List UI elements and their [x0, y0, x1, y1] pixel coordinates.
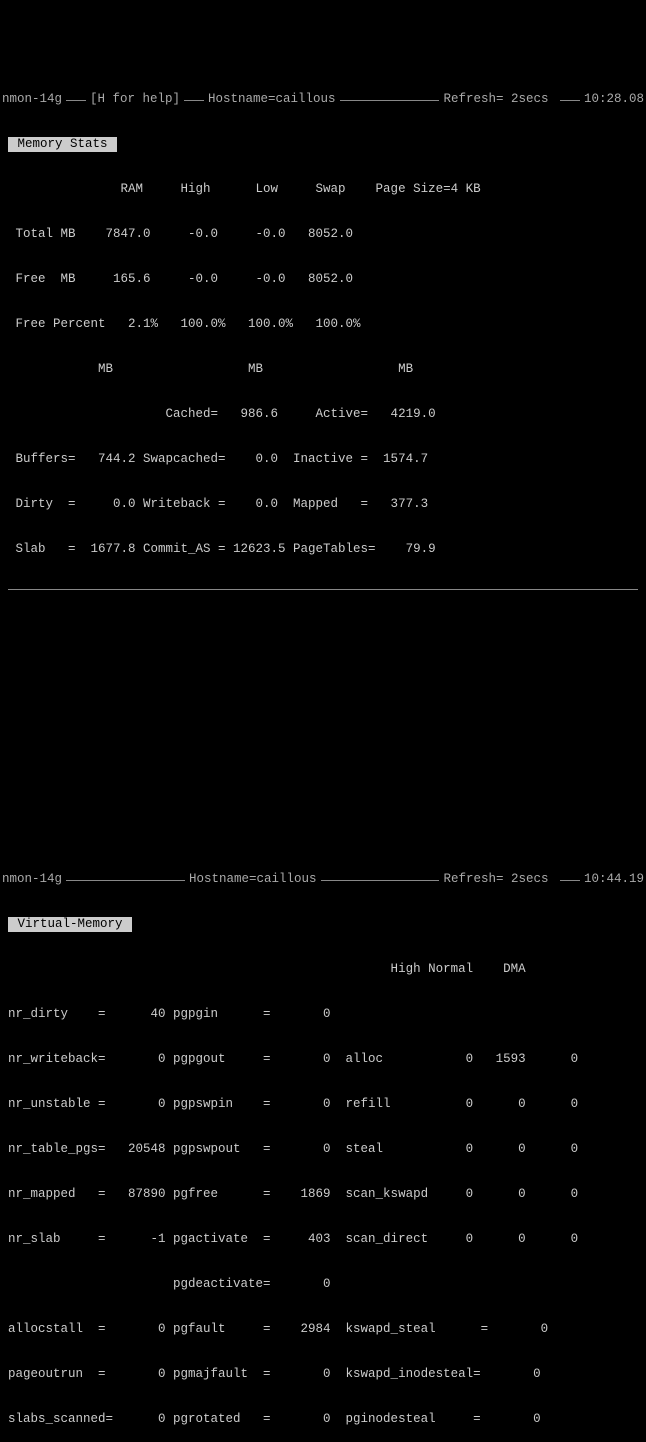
vmem-row-8: allocstall = 0 pgfault = 2984 kswapd_ste…: [2, 1322, 644, 1337]
hostname-value: caillous: [256, 872, 316, 887]
divider: [184, 100, 204, 101]
mem-free-row: Free MB 165.6 -0.0 -0.0 8052.0: [2, 272, 644, 287]
vmem-row-2: nr_writeback= 0 pgpgout = 0 alloc 0 1593…: [2, 1052, 644, 1067]
divider: [66, 100, 86, 101]
mem-cached-row: Cached= 986.6 Active= 4219.0: [2, 407, 644, 422]
prog-name: nmon-14g: [2, 92, 62, 107]
divider: [340, 100, 440, 101]
vmem-row-10: slabs_scanned= 0 pgrotated = 0 pginodest…: [2, 1412, 644, 1427]
refresh-value: 2secs: [503, 92, 556, 107]
section-tag-vmem: Virtual-Memory: [8, 917, 132, 932]
mem-mb-header-row: MB MB MB: [2, 362, 644, 377]
mem-dirty-row: Dirty = 0.0 Writeback = 0.0 Mapped = 377…: [2, 497, 644, 512]
divider: [560, 100, 580, 101]
divider: [66, 880, 185, 881]
section-tag-memory: Memory Stats: [8, 137, 117, 152]
vmem-row-6: nr_slab = -1 pgactivate = 403 scan_direc…: [2, 1232, 644, 1247]
virtual-memory-panel: nmon-14g Hostname=caillous Refresh= 2sec…: [2, 842, 644, 1442]
clock-value: 10:44.19: [584, 872, 644, 887]
divider: [321, 880, 440, 881]
hostname-value: caillous: [276, 92, 336, 107]
divider: [560, 880, 580, 881]
vmem-row-9: pageoutrun = 0 pgmajfault = 0 kswapd_ino…: [2, 1367, 644, 1382]
vmem-row-5: nr_mapped = 87890 pgfree = 1869 scan_ksw…: [2, 1187, 644, 1202]
top-titlebar: nmon-14g [H for help] Hostname=caillous …: [2, 92, 644, 107]
hostname-label: Hostname=: [189, 872, 257, 887]
mem-slab-row: Slab = 1677.8 Commit_AS = 12623.5 PageTa…: [2, 542, 644, 557]
bottom-titlebar: nmon-14g Hostname=caillous Refresh= 2sec…: [2, 872, 644, 887]
mem-total-row: Total MB 7847.0 -0.0 -0.0 8052.0: [2, 227, 644, 242]
mem-header-row: RAM High Low Swap Page Size=4 KB: [2, 182, 644, 197]
hostname-label: Hostname=: [208, 92, 276, 107]
clock-value: 10:28.08: [584, 92, 644, 107]
refresh-label: Refresh=: [443, 92, 503, 107]
vmem-row-7: pgdeactivate= 0: [2, 1277, 644, 1292]
mem-freepct-row: Free Percent 2.1% 100.0% 100.0% 100.0%: [2, 317, 644, 332]
empty-space: [2, 620, 644, 795]
help-hint: [H for help]: [90, 92, 180, 107]
panel-bottom-divider: [8, 589, 638, 590]
refresh-label: Refresh=: [443, 872, 503, 887]
vmem-header-row: High Normal DMA: [2, 962, 644, 977]
memory-stats-panel: nmon-14g [H for help] Hostname=caillous …: [2, 62, 644, 810]
vmem-row-4: nr_table_pgs= 20548 pgpswpout = 0 steal …: [2, 1142, 644, 1157]
prog-name: nmon-14g: [2, 872, 62, 887]
refresh-value: 2secs: [503, 872, 556, 887]
vmem-row-3: nr_unstable = 0 pgpswpin = 0 refill 0 0 …: [2, 1097, 644, 1112]
mem-buffers-row: Buffers= 744.2 Swapcached= 0.0 Inactive …: [2, 452, 644, 467]
vmem-row-1: nr_dirty = 40 pgpgin = 0: [2, 1007, 644, 1022]
